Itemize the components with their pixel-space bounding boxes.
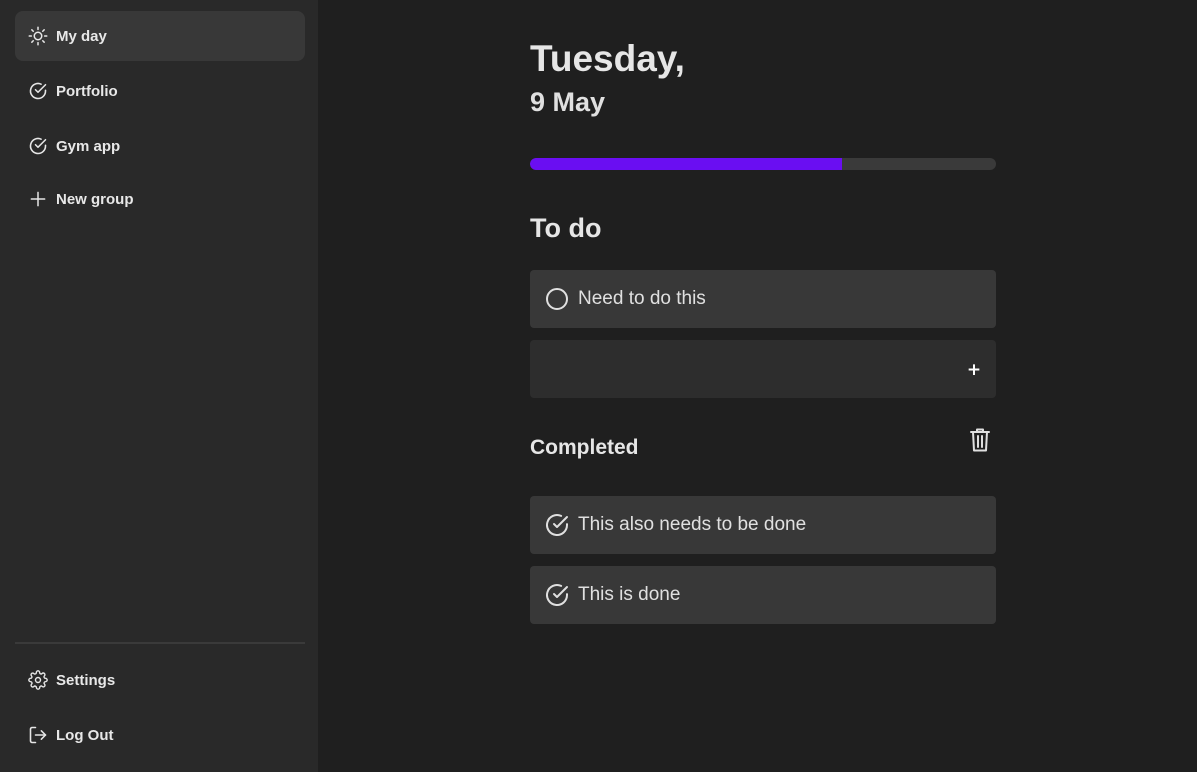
sidebar-item-label: My day — [56, 27, 107, 45]
check-circle-icon — [28, 81, 48, 101]
progress-bar — [530, 158, 996, 170]
sidebar-item-log-out[interactable]: Log Out — [15, 710, 305, 760]
trash-icon — [970, 428, 990, 452]
sidebar-item-label: Log Out — [56, 726, 114, 744]
plus-icon — [28, 189, 48, 209]
gear-icon — [28, 670, 48, 690]
task-label: Need to do this — [578, 288, 706, 309]
check-circle-icon[interactable] — [545, 583, 569, 607]
task-label: This is done — [578, 584, 681, 605]
sidebar-item-label: Settings — [56, 671, 116, 689]
completed-task-item[interactable]: This is done — [530, 566, 996, 624]
sidebar-item-new-group[interactable]: New group — [15, 174, 305, 224]
logout-icon — [28, 725, 48, 745]
task-label: This also needs to be done — [578, 514, 807, 535]
app-window: My day Portfolio Gym app New group Setti… — [0, 0, 1197, 772]
sidebar-item-label: Gym app — [56, 137, 121, 155]
day-title: Tuesday, — [530, 38, 685, 79]
sidebar-item-my-day[interactable]: My day — [15, 11, 305, 61]
clear-completed-button[interactable] — [969, 427, 991, 453]
add-task-input[interactable] — [530, 340, 950, 398]
sidebar-item-gym-app[interactable]: Gym app — [15, 121, 305, 171]
circle-icon[interactable] — [545, 287, 569, 311]
add-task-button[interactable]: + — [962, 358, 986, 382]
date-subtitle: 9 May — [530, 87, 606, 117]
add-task-row: + — [530, 340, 996, 398]
sidebar-divider — [15, 642, 305, 644]
main-panel: Tuesday, 9 May To do Need to do this + C… — [318, 0, 1197, 772]
check-circle-icon — [28, 136, 48, 156]
main-content: Tuesday, 9 May To do Need to do this + C… — [530, 0, 996, 624]
completed-section-title: Completed — [530, 436, 639, 459]
todo-section-title: To do — [530, 213, 602, 243]
completed-header: Completed — [530, 428, 996, 463]
completed-task-item[interactable]: This also needs to be done — [530, 496, 996, 554]
progress-bar-fill — [530, 158, 843, 170]
sidebar-item-label: Portfolio — [56, 82, 118, 100]
sidebar-bottom-nav: Settings Log Out — [15, 655, 305, 765]
sidebar: My day Portfolio Gym app New group Setti… — [0, 0, 318, 772]
check-circle-icon[interactable] — [545, 513, 569, 537]
todo-task-item[interactable]: Need to do this — [530, 270, 996, 328]
sidebar-item-label: New group — [56, 190, 134, 208]
sidebar-item-settings[interactable]: Settings — [15, 655, 305, 705]
sun-icon — [28, 26, 48, 46]
sidebar-item-portfolio[interactable]: Portfolio — [15, 66, 305, 116]
